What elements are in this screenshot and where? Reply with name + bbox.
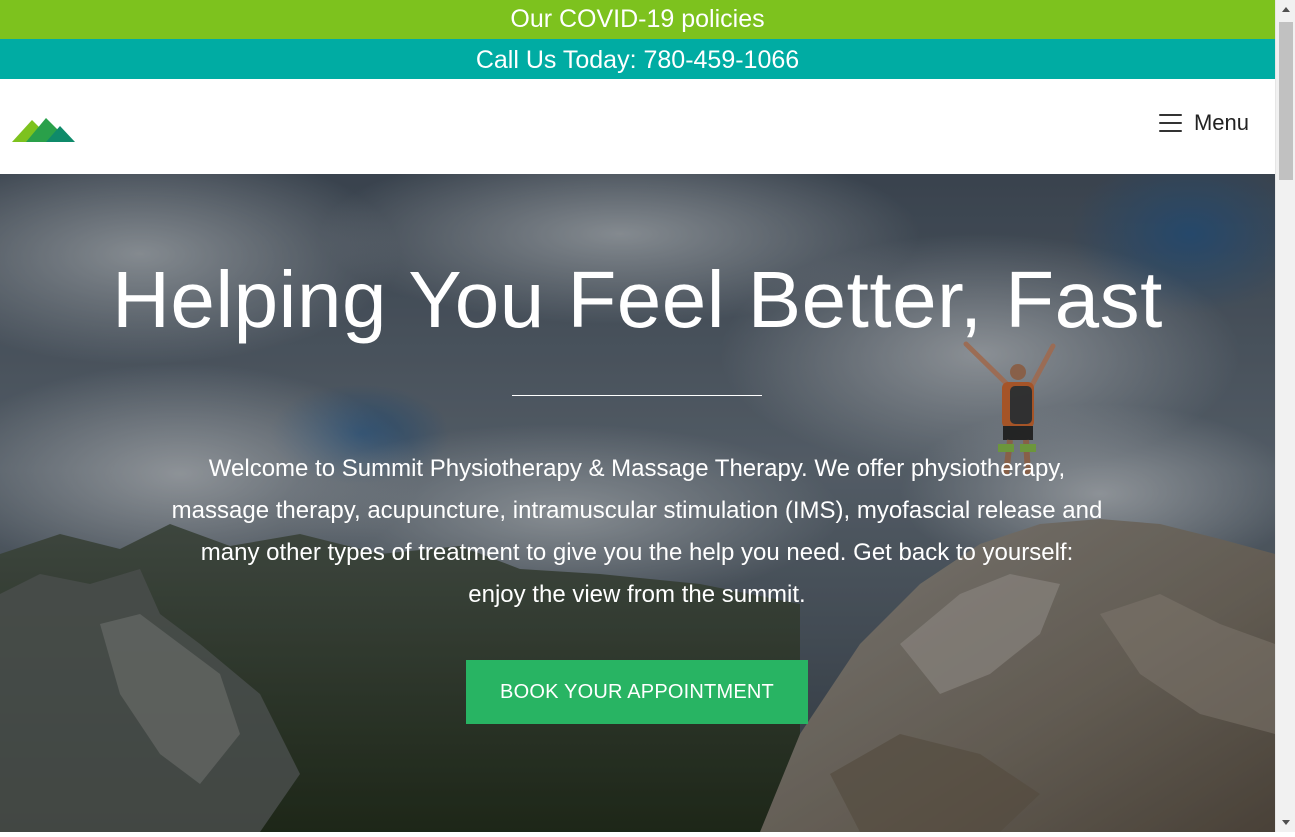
hero-title: Helping You Feel Better, Fast — [112, 255, 1163, 344]
menu-label: Menu — [1193, 110, 1249, 135]
hero-content: Helping You Feel Better, Fast Welcome to… — [0, 174, 1275, 832]
hero-description: Welcome to Summit Physiotherapy & Massag… — [171, 455, 1103, 608]
hero-divider — [512, 395, 762, 396]
scroll-up-arrow-icon[interactable] — [1276, 0, 1295, 20]
hero-section: Helping You Feel Better, Fast Welcome to… — [0, 174, 1275, 832]
call-us-bar[interactable]: Call Us Today: 780-459-1066 — [0, 39, 1275, 79]
mountain-logo-icon[interactable] — [12, 116, 76, 142]
covid-policies-link[interactable]: Our COVID-19 policies — [0, 0, 1275, 39]
menu-button[interactable]: Menu — [1158, 109, 1249, 137]
site-header: Menu — [0, 79, 1275, 174]
vertical-scrollbar[interactable] — [1275, 0, 1295, 832]
book-appointment-button[interactable]: BOOK YOUR APPOINTMENT — [466, 660, 808, 724]
scrollbar-thumb[interactable] — [1279, 22, 1293, 180]
page: Our COVID-19 policies Call Us Today: 780… — [0, 0, 1275, 832]
scroll-down-arrow-icon[interactable] — [1276, 812, 1295, 832]
hamburger-icon — [1158, 114, 1182, 132]
